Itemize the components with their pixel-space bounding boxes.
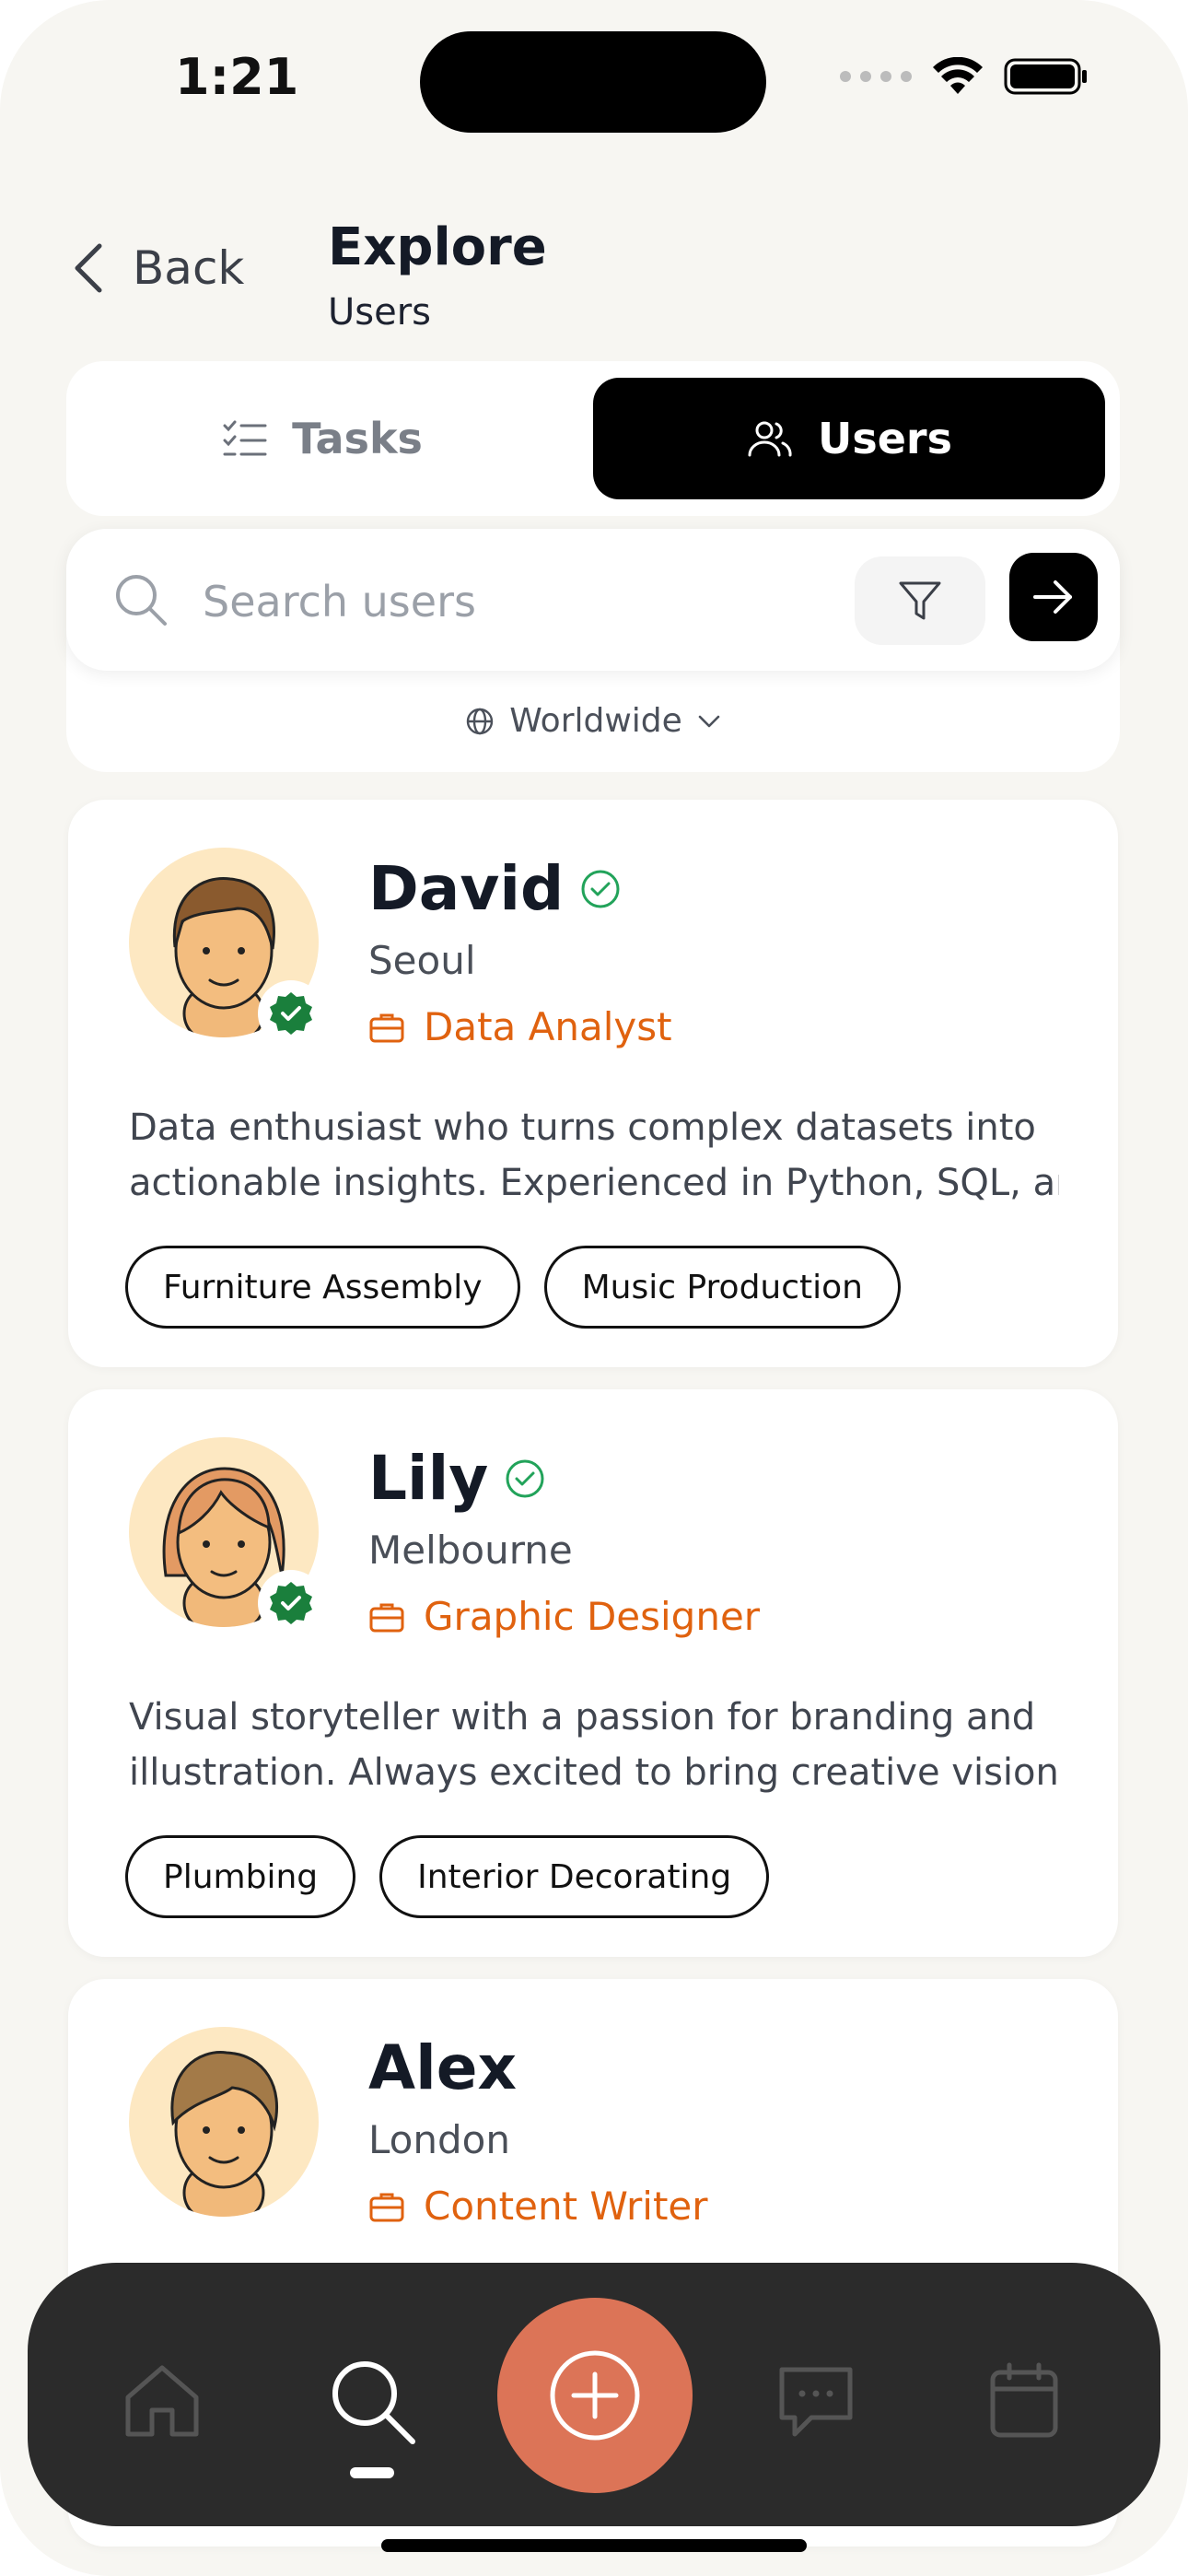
home-indicator [381,2539,807,2552]
search-submit-button[interactable] [1009,553,1098,641]
user-name: Lily [368,1443,489,1514]
search-panel: Worldwide [66,529,1120,772]
user-name: Alex [368,2032,518,2103]
checklist-icon [223,420,267,456]
chevron-down-icon [698,715,720,727]
back-label: Back [133,241,245,295]
chat-icon [779,2367,853,2437]
user-role: Graphic Designer [368,1594,760,1639]
status-time: 1:21 [175,48,299,106]
status-icons [840,57,1089,96]
page-title: Explore [328,217,547,277]
user-card[interactable]: Lily Melbourne Graphic Designer Visual s… [68,1389,1118,1957]
back-button[interactable]: Back [72,241,244,295]
user-name: David [368,853,565,924]
briefcase-icon [369,1603,404,1632]
user-role-label: Content Writer [424,2184,708,2229]
user-bio-line: illustration. Always excited to bring cr… [129,1751,1059,1794]
search-icon [332,2361,415,2444]
search-input[interactable] [201,566,720,638]
nav-home[interactable] [107,2346,217,2456]
arrow-right-icon [1033,580,1072,614]
tab-tasks-label: Tasks [292,414,423,463]
page-subtitle: Users [328,291,432,334]
name-row: David [368,853,621,924]
signal-icon [840,71,912,82]
user-bio-line: actionable insights. Experienced in Pyth… [129,1162,1059,1204]
skill-tags: Furniture Assembly Music Production [125,1246,901,1329]
user-role: Data Analyst [368,1004,672,1049]
globe-icon [466,708,494,734]
user-city: London [368,2117,510,2162]
tab-users[interactable]: Users [593,378,1105,499]
verified-badge-icon [258,1570,324,1636]
skill-tag[interactable]: Furniture Assembly [125,1246,520,1329]
nav-search[interactable] [317,2346,427,2456]
bottom-nav [28,2263,1160,2526]
avatar [129,2027,319,2217]
user-city: Melbourne [368,1528,573,1573]
filter-button[interactable] [855,556,985,645]
search-icon [116,575,167,626]
users-icon [748,421,792,457]
add-icon [550,2350,640,2441]
active-tab-indicator [350,2467,394,2478]
dynamic-island [420,31,766,133]
app-screen: 1:21 Back Explore Users Tasks Users Sear… [0,0,1188,2576]
user-card[interactable]: David Seoul Data Analyst Data enthusiast… [68,800,1118,1367]
name-row: Lily [368,1443,545,1514]
home-icon [125,2365,199,2437]
briefcase-icon [369,2193,404,2221]
tab-tasks[interactable]: Tasks [66,378,578,499]
nav-messages[interactable] [761,2346,871,2456]
user-bio-line: Visual storyteller with a passion for br… [129,1696,1036,1739]
user-city: Seoul [368,938,476,983]
segmented-control: Tasks Users [66,361,1120,516]
search-bar [66,529,1120,671]
region-label: Worldwide [509,702,682,740]
verified-check-icon [581,870,620,907]
verified-check-icon [506,1459,544,1497]
skill-tag[interactable]: Plumbing [125,1835,356,1918]
user-bio-line: Data enthusiast who turns complex datase… [129,1107,1036,1149]
user-bio: Visual storyteller with a passion for br… [129,1690,1059,1800]
tab-users-label: Users [818,414,952,463]
user-role: Content Writer [368,2184,708,2229]
skill-tag[interactable]: Interior Decorating [379,1835,770,1918]
nav-calendar[interactable] [969,2346,1079,2456]
briefcase-icon [369,1013,404,1042]
region-selector[interactable]: Worldwide [66,702,1120,740]
name-row: Alex [368,2032,517,2103]
wifi-icon [933,57,983,94]
verified-badge-icon [258,980,324,1047]
calendar-icon [990,2362,1058,2438]
filter-icon [899,581,941,620]
user-role-label: Data Analyst [424,1004,672,1049]
user-role-label: Graphic Designer [424,1594,761,1639]
skill-tag[interactable]: Music Production [543,1246,901,1329]
create-button[interactable] [497,2298,693,2493]
chevron-left-icon [75,243,102,293]
user-bio: Data enthusiast who turns complex datase… [129,1100,1059,1211]
skill-tags: Plumbing Interior Decorating [125,1835,770,1918]
battery-icon [1004,58,1087,95]
